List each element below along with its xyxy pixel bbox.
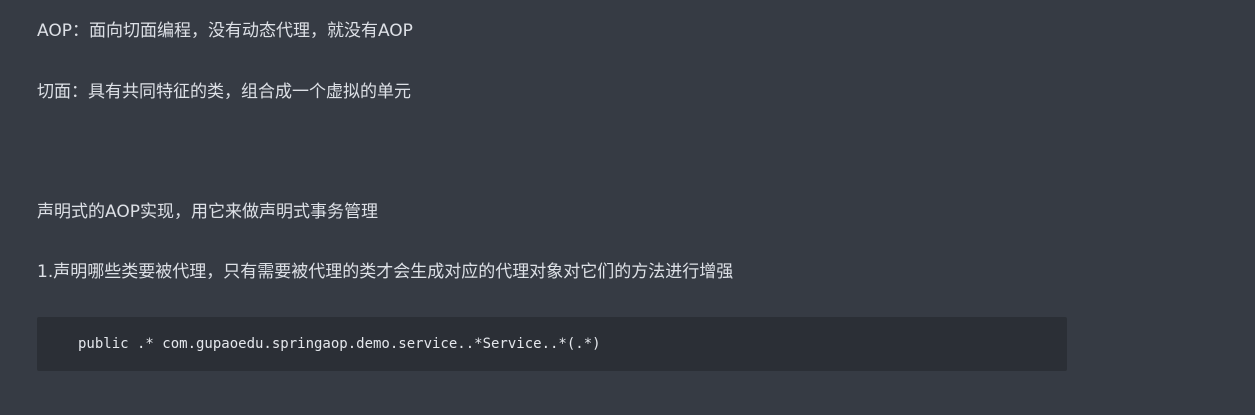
code-block: public .* com.gupaoedu.springaop.demo.se…: [37, 317, 1067, 371]
paragraph-declarative-aop: 声明式的AOP实现，用它来做声明式事务管理: [37, 202, 378, 222]
paragraph-aspect-definition: 切面：具有共同特征的类，组合成一个虚拟的单元: [37, 82, 411, 102]
paragraph-aop-definition: AOP：面向切面编程，没有动态代理，就没有AOP: [37, 21, 413, 41]
paragraph-step-one: 1.声明哪些类要被代理，只有需要被代理的类才会生成对应的代理对象对它们的方法进行…: [37, 262, 734, 282]
code-line: public .* com.gupaoedu.springaop.demo.se…: [78, 336, 601, 352]
